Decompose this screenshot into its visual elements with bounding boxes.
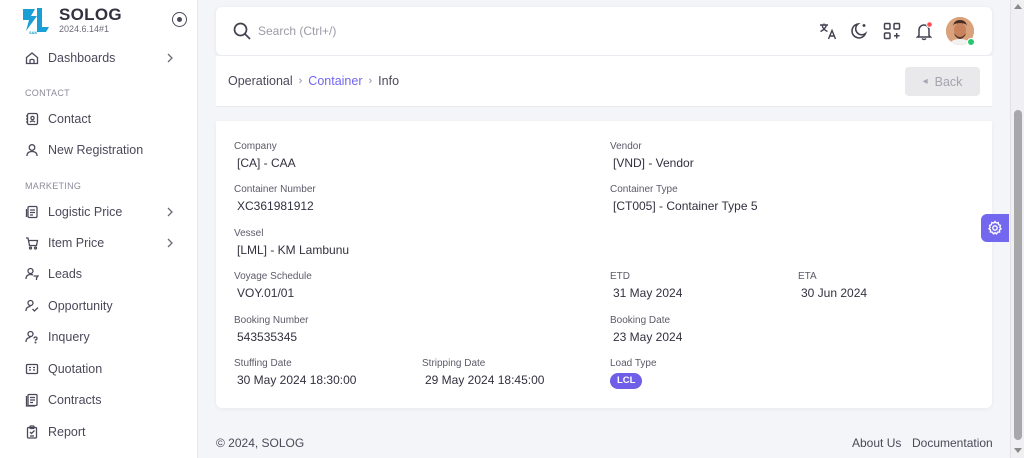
- stripping-date-value: 29 May 2024 18:45:00: [425, 373, 545, 387]
- vendor-value: [VND] - Vendor: [613, 156, 694, 170]
- gear-icon: [988, 220, 1002, 235]
- footer-link-documentation[interactable]: Documentation: [912, 436, 993, 450]
- etd-label: ETD: [610, 271, 630, 282]
- breadcrumb-separator: ›: [298, 75, 303, 87]
- load-type-label: Load Type: [610, 358, 657, 369]
- sidebar-item-label: Dashboards: [48, 51, 116, 65]
- bell-icon[interactable]: [914, 21, 934, 41]
- container-type-label: Container Type: [610, 184, 678, 195]
- sidebar-item-label: New Registration: [48, 143, 144, 157]
- page-scrollbar[interactable]: [1010, 0, 1024, 458]
- breadcrumb-separator: ›: [368, 75, 373, 87]
- translate-icon[interactable]: [818, 21, 838, 41]
- booking-number-value: 543535345: [237, 330, 298, 344]
- address-book-icon: [24, 111, 40, 127]
- sidebar-item-dashboards[interactable]: Dashboards: [0, 43, 197, 73]
- chevron-left-icon: ◂: [922, 76, 928, 87]
- breadcrumb-root: Operational: [228, 74, 293, 88]
- etd-value: 31 May 2024: [613, 286, 683, 300]
- sidebar-item-label: Opportunity: [48, 299, 113, 313]
- scroll-down-arrow-icon[interactable]: [1014, 448, 1022, 453]
- clipboard-icon: [24, 424, 40, 440]
- container-number-value: XC361981912: [237, 199, 314, 213]
- sidebar-toggle-icon[interactable]: [172, 12, 187, 27]
- back-button[interactable]: ◂ Back: [905, 67, 980, 96]
- brand-name: SOLOG: [59, 4, 122, 24]
- sidebar-item-label: Contact: [48, 112, 92, 126]
- home-icon: [24, 50, 40, 66]
- contract-icon: [24, 392, 40, 408]
- booking-date-label: Booking Date: [610, 315, 671, 326]
- footer-copyright: © 2024, SOLOG: [216, 436, 305, 450]
- sidebar: S&K SOLOG 2024.6.14#1 Dashboards CONTACT…: [0, 0, 198, 458]
- user-question-icon: [24, 329, 40, 345]
- sidebar-item-label: Contracts: [48, 393, 102, 407]
- brand-logo-icon: S&K: [20, 5, 52, 35]
- sidebar-item-new-registration[interactable]: New Registration: [0, 135, 197, 165]
- sidebar-item-opportunity[interactable]: Opportunity: [0, 291, 197, 321]
- sidebar-item-leads[interactable]: Leads: [0, 259, 197, 289]
- sidebar-item-label: Quotation: [48, 362, 103, 376]
- eta-label: ETA: [798, 271, 817, 282]
- scroll-up-arrow-icon[interactable]: [1014, 4, 1022, 9]
- breadcrumb: Operational › Container › Info: [228, 74, 399, 88]
- sidebar-item-label: Item Price: [48, 236, 105, 250]
- scrollbar-thumb[interactable]: [1014, 110, 1022, 440]
- sidebar-section-marketing: MARKETING: [25, 181, 82, 191]
- cart-icon: [24, 235, 40, 251]
- brand[interactable]: S&K SOLOG 2024.6.14#1: [20, 5, 122, 35]
- search-input[interactable]: [258, 20, 558, 42]
- sidebar-item-report[interactable]: Report: [0, 417, 197, 447]
- search-icon[interactable]: [232, 21, 252, 41]
- stuffing-date-label: Stuffing Date: [234, 358, 292, 369]
- document-icon: [24, 204, 40, 220]
- chevron-right-icon: [167, 238, 173, 248]
- receipt-icon: [24, 361, 40, 377]
- brand-version: 2024.6.14#1: [59, 23, 110, 34]
- breadcrumb-current: Info: [378, 74, 400, 88]
- customizer-settings-button[interactable]: [981, 214, 1009, 242]
- back-button-label: Back: [934, 74, 963, 89]
- load-type-badge: LCL: [610, 373, 643, 389]
- apps-icon[interactable]: [882, 21, 902, 41]
- vessel-value: [LML] - KM Lambunu: [237, 243, 350, 257]
- top-navbar: [216, 7, 992, 55]
- moon-icon[interactable]: [850, 21, 870, 41]
- stripping-date-label: Stripping Date: [422, 358, 486, 369]
- sidebar-item-label: Inquery: [48, 330, 90, 344]
- sidebar-item-contracts[interactable]: Contracts: [0, 385, 197, 415]
- stuffing-date-value: 30 May 2024 18:30:00: [237, 373, 357, 387]
- container-number-label: Container Number: [234, 184, 316, 195]
- voyage-schedule-value: VOY.01/01: [237, 286, 295, 300]
- sidebar-item-inquery[interactable]: Inquery: [0, 322, 197, 352]
- booking-date-value: 23 May 2024: [613, 330, 683, 344]
- brand-logo-sub: S&K: [29, 30, 38, 35]
- vessel-label: Vessel: [234, 228, 264, 239]
- company-label: Company: [234, 141, 277, 152]
- chevron-right-icon: [167, 53, 173, 63]
- sidebar-item-logistic-price[interactable]: Logistic Price: [0, 197, 197, 227]
- sidebar-item-contact[interactable]: Contact: [0, 104, 197, 134]
- online-status-badge: [967, 38, 975, 46]
- sidebar-item-label: Leads: [48, 267, 83, 281]
- handshake-icon: [24, 298, 40, 314]
- user-filter-icon: [24, 266, 40, 282]
- breadcrumb-link-container[interactable]: Container: [308, 74, 362, 88]
- eta-value: 30 Jun 2024: [801, 286, 868, 300]
- company-value: [CA] - CAA: [237, 156, 296, 170]
- container-info-card: Company [CA] - CAA Vendor [VND] - Vendor…: [216, 121, 992, 408]
- container-type-value: [CT005] - Container Type 5: [613, 199, 758, 213]
- sidebar-item-quotation[interactable]: Quotation: [0, 354, 197, 384]
- footer-link-about[interactable]: About Us: [852, 436, 901, 450]
- user-icon: [24, 142, 40, 158]
- vendor-label: Vendor: [610, 141, 642, 152]
- sidebar-item-label: Report: [48, 425, 86, 439]
- sidebar-section-contact: CONTACT: [25, 88, 70, 98]
- voyage-schedule-label: Voyage Schedule: [234, 271, 312, 282]
- sidebar-item-label: Logistic Price: [48, 205, 123, 219]
- booking-number-label: Booking Number: [234, 315, 309, 326]
- breadcrumb-card: Operational › Container › Info ◂ Back: [216, 56, 992, 107]
- sidebar-item-item-price[interactable]: Item Price: [0, 228, 197, 258]
- chevron-right-icon: [167, 207, 173, 217]
